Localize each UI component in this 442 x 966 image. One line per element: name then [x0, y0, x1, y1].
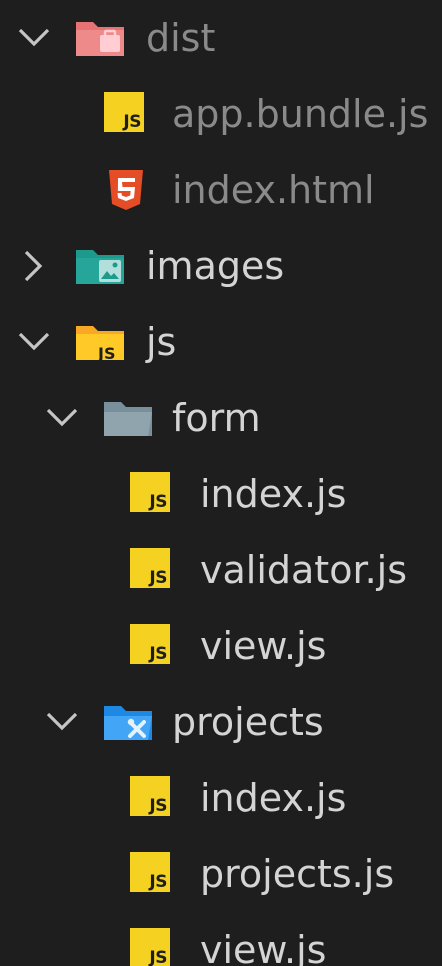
html5-file-icon [106, 168, 146, 212]
tree-folder-images[interactable]: images [0, 228, 442, 304]
tree-file-label: view.js [200, 624, 327, 668]
tree-folder-js[interactable]: JS js [0, 304, 442, 380]
tree-file-app-bundle-js[interactable]: JS app.bundle.js [0, 76, 442, 152]
tree-file-projects-view-js[interactable]: JS view.js [0, 912, 442, 966]
chevron-down-icon[interactable] [42, 702, 82, 742]
js-folder-badge-text: JS [97, 344, 115, 363]
chevron-down-icon[interactable] [42, 398, 82, 438]
tree-folder-form[interactable]: form [0, 380, 442, 456]
js-badge-text: JS [149, 948, 167, 966]
tree-folder-label: images [146, 244, 285, 288]
tree-file-label: projects.js [200, 852, 395, 896]
tree-file-projects-projects-js[interactable]: JS projects.js [0, 836, 442, 912]
tree-file-label: index.html [172, 168, 375, 212]
javascript-file-icon: JS [104, 92, 144, 132]
tree-folder-dist[interactable]: dist [0, 0, 442, 76]
tree-file-label: view.js [200, 928, 327, 966]
tree-folder-label: js [146, 320, 177, 364]
javascript-file-icon: JS [130, 624, 170, 664]
tree-file-form-index-js[interactable]: JS index.js [0, 456, 442, 532]
tree-folder-label: projects [172, 700, 324, 744]
tree-file-label: app.bundle.js [172, 92, 429, 136]
javascript-file-icon: JS [130, 776, 170, 816]
chevron-down-icon[interactable] [14, 18, 54, 58]
tree-file-label: index.js [200, 472, 347, 516]
javascript-file-icon: JS [130, 548, 170, 588]
chevron-right-icon[interactable] [14, 246, 54, 286]
tree-folder-label: dist [146, 16, 216, 60]
chevron-down-icon[interactable] [14, 322, 54, 362]
folder-js-icon: JS [74, 320, 124, 364]
javascript-file-icon: JS [130, 928, 170, 966]
tree-file-form-view-js[interactable]: JS view.js [0, 608, 442, 684]
folder-dist-icon [74, 16, 124, 60]
folder-images-icon [74, 244, 124, 288]
js-badge-text: JS [149, 796, 167, 816]
folder-icon [102, 396, 152, 440]
javascript-file-icon: JS [130, 472, 170, 512]
js-badge-text: JS [149, 568, 167, 588]
tree-file-projects-index-js[interactable]: JS index.js [0, 760, 442, 836]
tree-file-index-html[interactable]: index.html [0, 152, 442, 228]
file-explorer-tree: dist JS app.bundle.js index.html images … [0, 0, 442, 966]
tree-file-label: validator.js [200, 548, 408, 592]
js-badge-text: JS [149, 492, 167, 512]
js-badge-text: JS [149, 872, 167, 892]
tree-folder-projects[interactable]: projects [0, 684, 442, 760]
js-badge-text: JS [149, 644, 167, 664]
tree-folder-label: form [172, 396, 261, 440]
folder-projects-icon [102, 700, 152, 744]
tree-file-label: index.js [200, 776, 347, 820]
tree-file-form-validator-js[interactable]: JS validator.js [0, 532, 442, 608]
js-badge-text: JS [123, 112, 141, 132]
javascript-file-icon: JS [130, 852, 170, 892]
